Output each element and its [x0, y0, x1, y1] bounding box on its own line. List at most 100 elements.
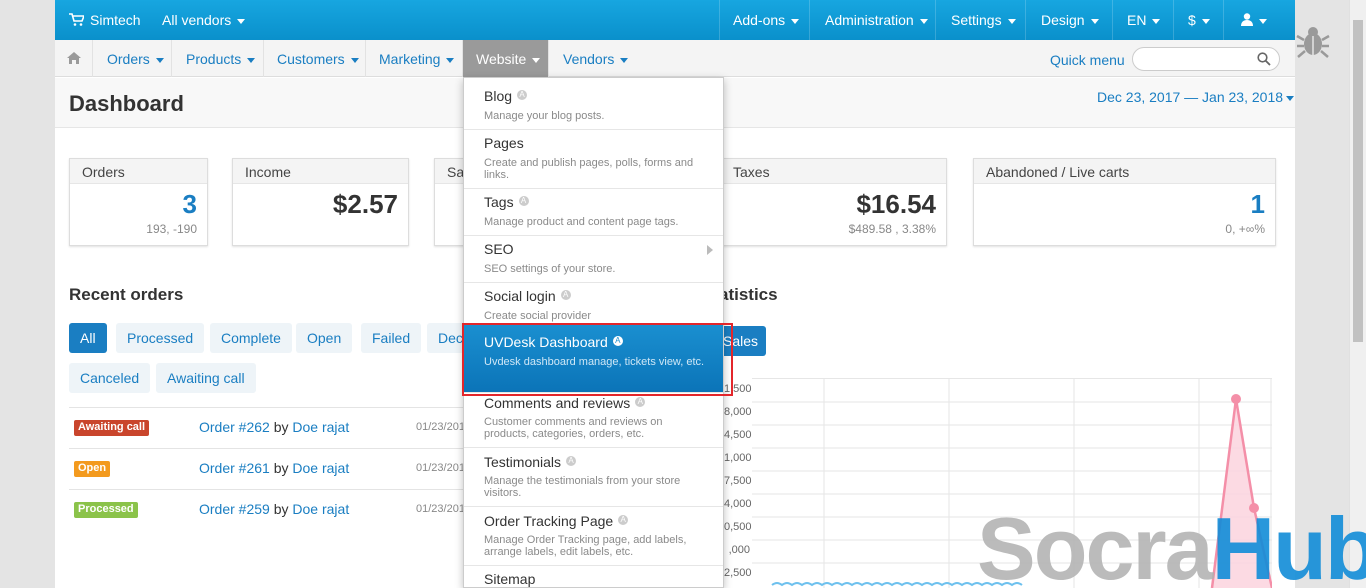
order-number[interactable]: Order #261	[199, 460, 270, 476]
chevron-down-icon	[155, 57, 164, 63]
menu-item-desc: Manage Order Tracking page, add labels, …	[484, 534, 687, 558]
menu-item-social-login[interactable]: Social login A Create social provider	[464, 283, 723, 325]
menu-administration[interactable]: Administration	[825, 12, 928, 28]
card-carts-sub: 0, +∞%	[1225, 222, 1265, 236]
chevron-down-icon	[350, 57, 359, 63]
order-link[interactable]: Order #259 by Doe rajat	[199, 501, 349, 517]
scroll-thumb[interactable]	[1353, 20, 1363, 342]
nav-vendors[interactable]: Vendors	[549, 40, 637, 77]
menu-design[interactable]: Design	[1041, 12, 1099, 28]
card-orders-sub: 193, -190	[146, 222, 197, 236]
filter-all[interactable]: All	[69, 323, 107, 353]
vendors-label: All vendors	[162, 12, 232, 28]
menu-item-desc: Manage product and content page tags.	[484, 216, 679, 228]
order-link[interactable]: Order #261 by Doe rajat	[199, 460, 349, 476]
nav-website-label: Website	[476, 51, 527, 67]
card-income-value: $2.57	[332, 189, 398, 219]
data-point[interactable]	[1231, 394, 1241, 404]
menu-item-order-tracking[interactable]: Order Tracking Page A Manage Order Tracki…	[464, 507, 723, 566]
order-by: by	[273, 460, 289, 476]
card-income-label: Income	[233, 159, 408, 184]
chevron-down-icon	[237, 18, 246, 24]
menu-item-label: Order Tracking Page A	[484, 513, 629, 529]
order-date: 01/23/201	[416, 421, 465, 433]
nav-marketing[interactable]: Marketing	[366, 40, 463, 77]
watermark-part2: Hub	[1211, 499, 1366, 588]
menu-settings[interactable]: Settings	[951, 12, 1016, 28]
date-range-picker[interactable]: Dec 23, 2017 — Jan 23, 2018	[1097, 89, 1295, 105]
menu-item-sitemap[interactable]: Sitemap	[464, 566, 723, 587]
filter-canceled[interactable]: Canceled	[69, 363, 151, 393]
menu-item-desc: Customer comments and reviews on product…	[484, 416, 663, 440]
card-orders-label: Orders	[70, 159, 207, 184]
menu-settings-label: Settings	[951, 12, 1002, 28]
store-name: Simtech	[90, 12, 141, 28]
chevron-down-icon	[247, 57, 256, 63]
y-tick: 7,500	[724, 475, 752, 487]
card-carts: Abandoned / Live carts 1 0, +∞%	[973, 158, 1276, 246]
top-bar: Simtech All vendors Add-ons Administrati…	[55, 0, 1295, 40]
bug-icon[interactable]	[1296, 24, 1330, 60]
order-by: by	[273, 501, 289, 517]
filter-open[interactable]: Open	[296, 323, 353, 353]
chevron-down-icon	[1007, 18, 1016, 24]
nav-orders[interactable]: Orders	[93, 40, 172, 77]
chevron-down-icon	[919, 18, 928, 24]
nav-website[interactable]: Website	[463, 40, 549, 77]
nav-products[interactable]: Products	[172, 40, 264, 77]
home-button[interactable]	[55, 40, 93, 77]
menu-item-label: SEO	[484, 241, 514, 257]
store-link[interactable]: Simtech	[69, 12, 141, 28]
vendors-dropdown[interactable]: All vendors	[162, 12, 246, 28]
menu-item-seo[interactable]: SEO SEO settings of your store.	[464, 236, 723, 283]
user-menu[interactable]	[1241, 12, 1267, 28]
menu-addons[interactable]: Add-ons	[733, 12, 800, 28]
chevron-down-icon	[1090, 18, 1099, 24]
menu-item-blog[interactable]: Blog A Manage your blog posts.	[464, 78, 723, 130]
order-link[interactable]: Order #262 by Doe rajat	[199, 419, 349, 435]
nav-customers[interactable]: Customers	[264, 40, 366, 77]
chevron-down-icon	[1201, 18, 1210, 24]
menu-item-testimonials[interactable]: Testimonials A Manage the testimonials fr…	[464, 448, 723, 507]
filter-processed[interactable]: Processed	[116, 323, 205, 353]
menu-design-label: Design	[1041, 12, 1085, 28]
status-badge: Awaiting call	[74, 420, 150, 436]
menu-item-label: Sitemap	[484, 571, 536, 587]
chevron-down-icon	[1152, 18, 1161, 24]
card-carts-value[interactable]: 1	[1251, 189, 1265, 220]
status-badge: Open	[74, 461, 111, 477]
home-icon	[67, 52, 81, 64]
customer-link[interactable]: Doe rajat	[292, 419, 349, 435]
cart-icon	[69, 13, 86, 26]
y-tick: ,000	[728, 544, 750, 556]
order-date: 01/23/201	[416, 503, 465, 515]
search-input[interactable]	[1132, 47, 1280, 71]
menu-item-label: Comments and reviews A	[484, 395, 646, 411]
menu-administration-label: Administration	[825, 12, 914, 28]
customer-link[interactable]: Doe rajat	[292, 501, 349, 517]
order-number[interactable]: Order #262	[199, 419, 270, 435]
menu-item-desc: Create and publish pages, polls, forms a…	[484, 157, 694, 181]
y-tick: 2,500	[724, 567, 752, 579]
nav-vendors-label: Vendors	[563, 51, 615, 67]
menu-item-pages[interactable]: Pages Create and publish pages, polls, f…	[464, 130, 723, 189]
filter-failed[interactable]: Failed	[361, 323, 422, 353]
watermark-part1: Socra	[977, 499, 1214, 588]
filter-declined[interactable]: Dec	[427, 323, 467, 353]
customer-link[interactable]: Doe rajat	[292, 460, 349, 476]
quick-menu-link[interactable]: Quick menu	[1050, 52, 1125, 68]
order-number[interactable]: Order #259	[199, 501, 270, 517]
addon-icon: A	[566, 456, 577, 466]
search-icon	[1257, 52, 1271, 66]
nav-products-label: Products	[186, 51, 242, 67]
status-badge: Processed	[74, 502, 138, 518]
menu-item-comments-reviews[interactable]: Comments and reviews A Customer comments …	[464, 393, 723, 448]
nav-orders-label: Orders	[107, 51, 150, 67]
table-row: Awaiting call Order #262 by Doe rajat 01…	[69, 407, 469, 448]
filter-awaiting-call[interactable]: Awaiting call	[156, 363, 256, 393]
filter-complete[interactable]: Complete	[210, 323, 292, 353]
menu-language[interactable]: EN	[1127, 12, 1161, 28]
menu-currency[interactable]: $	[1188, 12, 1210, 28]
card-orders-value[interactable]: 3	[183, 189, 197, 220]
menu-item-tags[interactable]: Tags A Manage product and content page ta…	[464, 189, 723, 236]
